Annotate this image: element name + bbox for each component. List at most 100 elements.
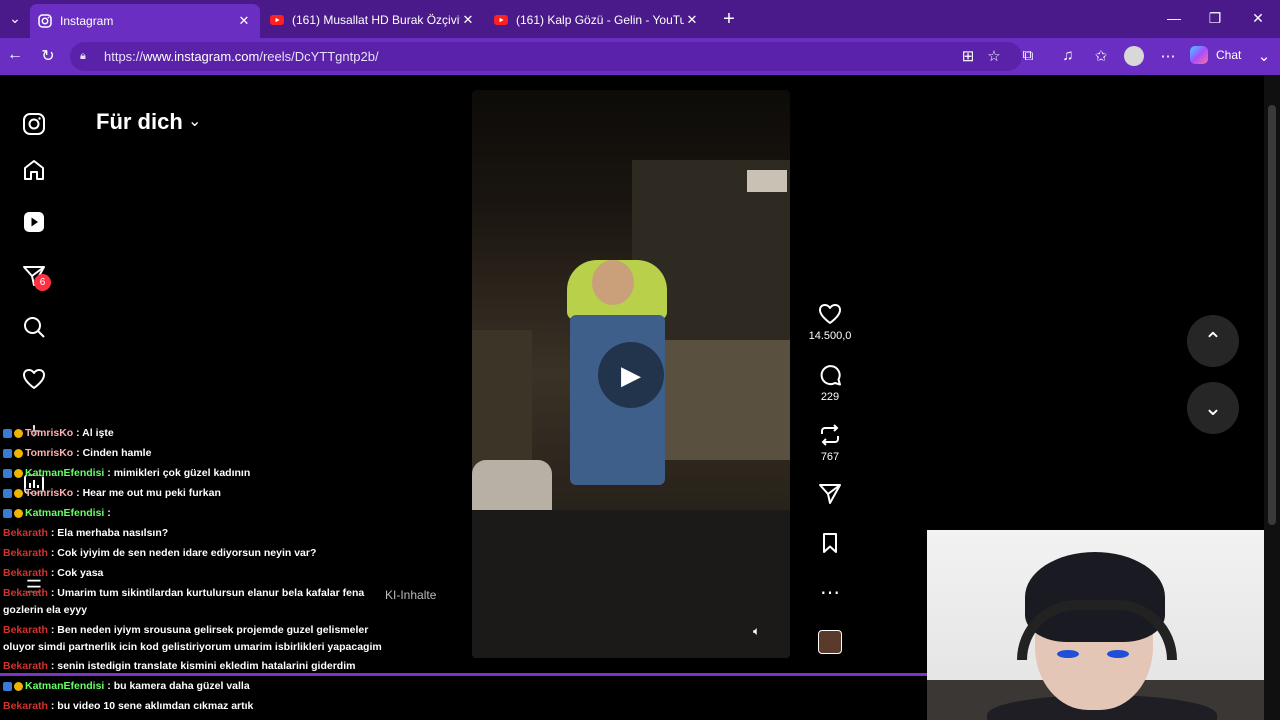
tab-title: (161) Musallat HD Burak Özçivit Tü	[292, 12, 460, 27]
chat-message: TomrisKo : Hear me out mu peki furkan	[3, 487, 221, 499]
media-control-icon[interactable]: ♫	[1058, 47, 1078, 64]
badge-icon	[14, 681, 23, 691]
chat-message: gozlerin ela eyyy	[3, 604, 87, 616]
audio-thumbnail[interactable]	[818, 630, 842, 654]
url-path: /reels/DcYTTgntp2b/	[259, 49, 379, 64]
browser-toolbar: ← ↻ 🔒︎ https://www.instagram.com/reels/D…	[0, 38, 1280, 75]
chat-username: KatmanEfendisi	[25, 507, 105, 519]
chat-text: : Umarim tum sikintilardan kurtulursun e…	[50, 587, 365, 599]
favorite-star-icon[interactable]: ☆	[984, 47, 1004, 65]
close-tab-icon[interactable]: ✕	[460, 12, 476, 28]
dancer-head	[592, 260, 634, 305]
chat-username: KatmanEfendisi	[25, 467, 105, 479]
badge-icon	[3, 468, 12, 478]
badge-icon	[14, 428, 23, 438]
chat-text: gozlerin ela eyyy	[3, 604, 88, 616]
send-icon[interactable]	[812, 482, 848, 508]
chat-username: Bekarath	[3, 700, 48, 712]
chat-text: : Ela merhaba nasılsın?	[50, 527, 169, 539]
feed-title[interactable]: Für dich	[96, 109, 183, 135]
browser-tab-bar: ⌄ Instagram ✕ (161) Musallat HD Burak Öz…	[0, 0, 1280, 38]
chevron-down-icon[interactable]: ⌄	[188, 111, 201, 131]
address-bar[interactable]: 🔒︎ https://www.instagram.com/reels/DcYTT…	[70, 42, 1022, 71]
comment-icon[interactable]	[812, 363, 848, 389]
badge-icon	[14, 508, 23, 518]
minimize-icon[interactable]: —	[1164, 10, 1184, 26]
comment-action[interactable]: 229	[812, 363, 848, 403]
favorites-icon[interactable]: ✩	[1091, 47, 1111, 65]
like-count: 14.500,0	[808, 330, 852, 342]
repost-icon[interactable]	[812, 423, 848, 449]
badge-icon	[14, 488, 23, 498]
copilot-chat-button[interactable]: Chat	[1190, 46, 1241, 64]
tab-title: (161) Kalp Gözü - Gelin - YouTube	[516, 12, 684, 27]
chat-message: Bekarath : Ben neden iyiym srousuna geli…	[3, 624, 368, 636]
like-action[interactable]: 14.500,0	[809, 302, 851, 342]
window-light	[747, 170, 787, 192]
badge-icon	[3, 681, 12, 691]
search-icon[interactable]	[22, 315, 46, 339]
chat-message: Bekarath : Cok yasa	[3, 567, 103, 579]
more-actions-icon[interactable]: ⋯	[812, 580, 848, 606]
app-available-icon[interactable]: ⊞	[958, 47, 978, 65]
repost-count: 767	[820, 451, 840, 463]
restore-icon[interactable]: ❐	[1205, 10, 1225, 27]
badge-icon	[14, 468, 23, 478]
speaker-icon[interactable]: 🔈︎	[753, 624, 760, 639]
chat-text: oluyor simdi partnerlik icin kod gelisti…	[3, 641, 382, 653]
chat-message: KatmanEfendisi :	[3, 507, 111, 519]
profile-avatar[interactable]	[1124, 46, 1144, 66]
previous-reel-chevron-up-icon[interactable]: ⌃	[1187, 315, 1239, 367]
youtube-icon	[494, 13, 508, 27]
page-scrollbar[interactable]	[1264, 75, 1280, 720]
extensions-icon[interactable]: ⧉	[1018, 47, 1038, 64]
repost-action[interactable]: 767	[812, 423, 848, 463]
more-options-icon[interactable]: ⋯	[1158, 47, 1178, 65]
chat-message: TomrisKo : Cinden hamle	[3, 447, 151, 459]
play-icon[interactable]: ▶	[598, 342, 664, 408]
webcam-overlay	[927, 530, 1280, 720]
close-window-icon[interactable]: ✕	[1248, 10, 1268, 27]
tab-musallat[interactable]: (161) Musallat HD Burak Özçivit Tü ✕	[262, 5, 484, 34]
reload-icon[interactable]: ↻	[38, 46, 58, 66]
instagram-icon	[38, 14, 52, 28]
sidebar-toggle-chevron-icon[interactable]: ⌄	[1254, 47, 1274, 65]
chat-username: TomrisKo	[25, 427, 74, 439]
chat-text: : Ben neden iyiym srousuna gelirsek proj…	[50, 624, 369, 636]
chat-username: Bekarath	[3, 624, 48, 636]
scrollbar-thumb[interactable]	[1268, 105, 1276, 525]
copilot-icon	[1190, 46, 1208, 64]
next-reel-chevron-down-icon[interactable]: ⌄	[1187, 382, 1239, 434]
chat-text: : mimikleri çok güzel kadının	[107, 467, 251, 479]
tab-instagram[interactable]: Instagram ✕	[30, 4, 260, 38]
badge-icon	[14, 448, 23, 458]
new-tab-plus-icon[interactable]: +	[718, 8, 740, 31]
chat-text: : Cok yasa	[50, 567, 104, 579]
chat-username: Bekarath	[3, 660, 48, 672]
bookmark-icon[interactable]	[812, 531, 848, 557]
save-bookmark-icon[interactable]	[812, 531, 848, 557]
like-heart-icon[interactable]	[812, 302, 848, 328]
chat-username: Bekarath	[3, 567, 48, 579]
chat-message: KatmanEfendisi : mimikleri çok güzel kad…	[3, 467, 250, 479]
chat-text: : bu kamera daha güzel valla	[107, 680, 250, 692]
close-tab-icon[interactable]: ✕	[236, 13, 252, 29]
chat-label: Chat	[1216, 48, 1242, 62]
stream-divider-line	[0, 673, 928, 676]
home-icon[interactable]	[22, 158, 46, 182]
back-arrow-icon[interactable]: ←	[5, 46, 25, 64]
instagram-logo-icon[interactable]	[22, 112, 46, 136]
tab-kalp-gozu[interactable]: (161) Kalp Gözü - Gelin - YouTube ✕	[486, 5, 708, 34]
chat-message: KatmanEfendisi : bu kamera daha güzel va…	[3, 680, 250, 692]
tab-list-chevron-icon[interactable]: ⌄	[5, 10, 25, 27]
url-host: www.instagram.com	[143, 49, 260, 64]
notifications-heart-icon[interactable]	[22, 367, 46, 391]
reels-icon[interactable]	[22, 210, 46, 234]
chat-message: TomrisKo : Al işte	[3, 427, 114, 439]
chat-username: Bekarath	[3, 527, 48, 539]
badge-icon	[3, 448, 12, 458]
chat-message: oluyor simdi partnerlik icin kod gelisti…	[3, 641, 382, 653]
share-icon[interactable]	[812, 482, 848, 508]
chat-username: TomrisKo	[25, 447, 74, 459]
close-tab-icon[interactable]: ✕	[684, 12, 700, 28]
